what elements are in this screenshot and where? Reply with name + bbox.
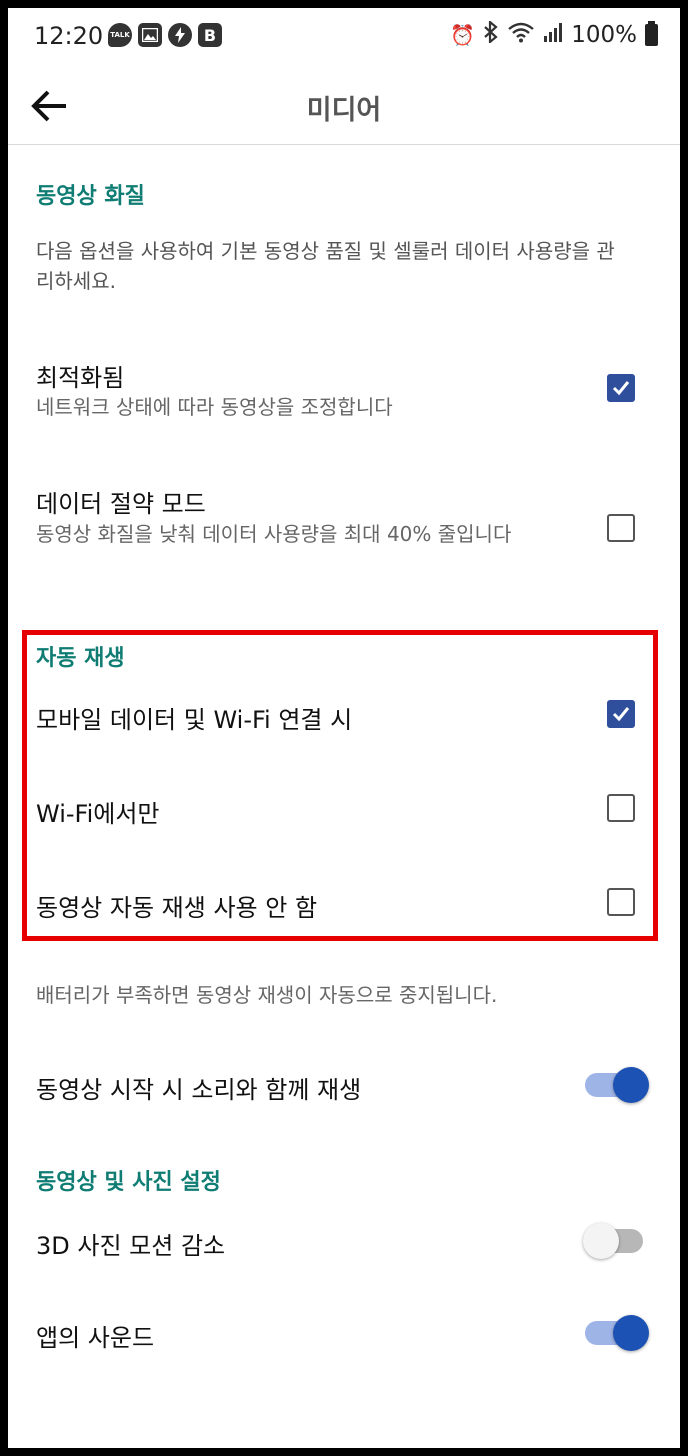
app-bar: 미디어 xyxy=(8,66,680,145)
option-title: 데이터 절약 모드 xyxy=(36,490,206,518)
bolt-icon xyxy=(168,23,192,47)
section-title-video-quality: 동영상 화질 xyxy=(36,184,145,209)
option-title: Wi-Fi에서만 xyxy=(36,800,160,828)
battery-icon xyxy=(645,20,658,46)
reduce-3d-motion-toggle[interactable] xyxy=(583,1221,649,1261)
reduce-3d-motion-label: 3D 사진 모션 감소 xyxy=(36,1232,226,1260)
video-quality-description: 다음 옵션을 사용하여 기본 동영상 품질 및 셀룰러 데이터 사용량을 관리하… xyxy=(36,239,615,293)
toggle-thumb xyxy=(613,1315,649,1351)
wifi-only-checkbox[interactable] xyxy=(607,794,635,822)
app-sounds-toggle[interactable] xyxy=(583,1313,649,1353)
section-title-video-photo: 동영상 및 사진 설정 xyxy=(36,1170,221,1195)
app-screen: 12:20 TALK B ⏰ 100% 미디어 동영상 화질 다음 옵션을 사용… xyxy=(8,8,680,1448)
section-title-autoplay: 자동 재생 xyxy=(36,646,125,671)
toggle-thumb xyxy=(613,1067,649,1103)
status-time: 12:20 xyxy=(34,22,104,50)
app-sounds-label: 앱의 사운드 xyxy=(36,1324,155,1352)
kakaotalk-icon: TALK xyxy=(108,23,132,47)
autoplay-off-checkbox[interactable] xyxy=(607,888,635,916)
option-subtitle: 동영상 화질을 낮춰 데이터 사용량을 최대 40% 줄입니다 xyxy=(36,522,512,546)
option-title: 최적화됨 xyxy=(36,364,125,392)
battery-percent: 100% xyxy=(571,21,637,48)
toggle-thumb xyxy=(583,1223,619,1259)
bluetooth-icon xyxy=(483,19,499,48)
notification-icons: TALK B xyxy=(108,23,222,47)
sound-on-start-label: 동영상 시작 시 소리와 함께 재생 xyxy=(36,1076,362,1104)
gallery-icon xyxy=(138,23,162,47)
battery-note: 배터리가 부족하면 동영상 재생이 자동으로 중지됩니다. xyxy=(36,983,498,1007)
mobile-and-wifi-checkbox[interactable] xyxy=(607,700,635,728)
wifi-icon xyxy=(507,21,535,48)
check-icon xyxy=(612,707,630,722)
alarm-icon: ⏰ xyxy=(450,22,476,47)
system-status: ⏰ 100% xyxy=(450,19,658,48)
option-subtitle: 네트워크 상태에 따라 동영상을 조정합니다 xyxy=(36,395,393,419)
sound-on-start-toggle[interactable] xyxy=(583,1065,649,1105)
option-title: 동영상 자동 재생 사용 안 함 xyxy=(36,894,318,922)
status-bar: 12:20 TALK B ⏰ 100% xyxy=(8,8,680,66)
check-icon xyxy=(612,381,630,396)
signal-icon xyxy=(543,22,563,47)
option-title: 모바일 데이터 및 Wi-Fi 연결 시 xyxy=(36,706,353,734)
data-saver-checkbox[interactable] xyxy=(607,514,635,542)
page-title: 미디어 xyxy=(306,95,382,126)
optimized-checkbox[interactable] xyxy=(607,374,635,402)
b-app-icon: B xyxy=(198,23,222,47)
